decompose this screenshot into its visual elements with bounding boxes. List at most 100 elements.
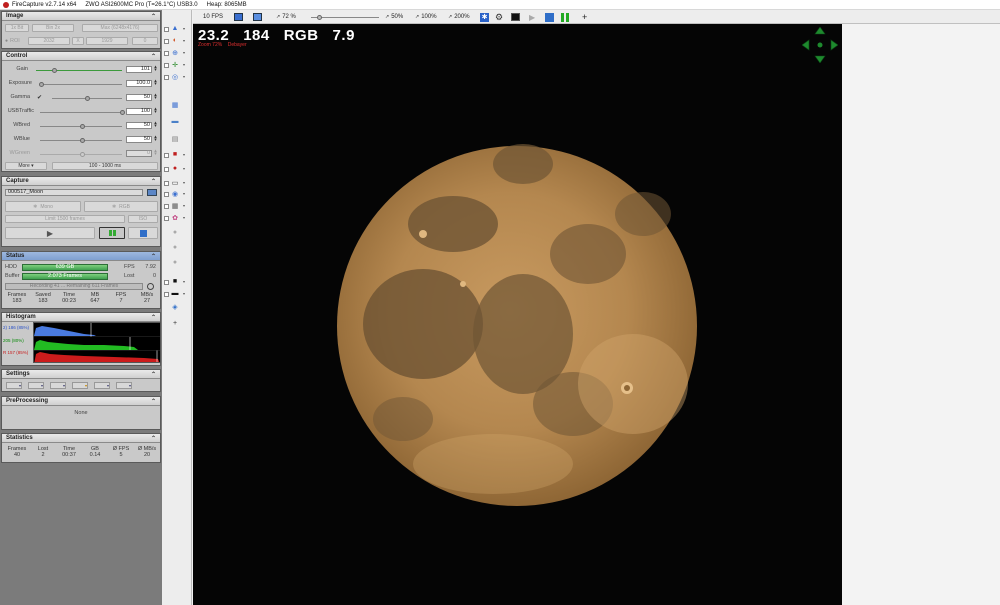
tool-checkbox[interactable] bbox=[164, 292, 169, 297]
screen-icon[interactable] bbox=[253, 12, 262, 22]
line-tool-icon[interactable]: ▬ bbox=[170, 289, 180, 298]
disabled-tool-icon[interactable]: ● bbox=[170, 243, 180, 252]
mono-mode-button[interactable]: ✱ Mono bbox=[5, 201, 81, 212]
zoom-tool-icon[interactable]: ⊕ bbox=[170, 48, 180, 57]
gain-slider[interactable] bbox=[36, 68, 122, 73]
tool-checkbox[interactable] bbox=[164, 204, 169, 209]
gamma-spinner[interactable]: ▴ ▾ bbox=[153, 93, 158, 101]
tool-checkbox[interactable] bbox=[164, 216, 169, 221]
tool-checkbox[interactable] bbox=[164, 280, 169, 285]
wblue-spinner[interactable]: ▴ ▾ bbox=[153, 135, 158, 143]
fit-window-icon[interactable] bbox=[234, 12, 243, 22]
tool-checkbox[interactable] bbox=[164, 51, 169, 56]
gamma-slider[interactable] bbox=[52, 96, 122, 101]
dropdown-icon[interactable]: ▾ bbox=[183, 164, 189, 173]
running-man-icon[interactable]: ✱ bbox=[480, 12, 489, 22]
settings-section-header[interactable]: Settings ⌃ bbox=[2, 370, 160, 379]
exposure-spinner[interactable]: ▴ ▾ bbox=[153, 79, 158, 87]
dropdown-icon[interactable]: ▾ bbox=[183, 48, 189, 57]
tool-checkbox[interactable] bbox=[164, 153, 169, 158]
wgreen-value[interactable]: 0 bbox=[126, 150, 152, 157]
bars-tool-icon[interactable]: ▭ bbox=[170, 178, 180, 187]
limit-select[interactable]: Limit 1500 frames bbox=[5, 215, 125, 223]
dropdown-icon[interactable]: ▾ bbox=[183, 150, 189, 159]
usbtraffic-spinner[interactable]: ▴ ▾ bbox=[153, 107, 158, 115]
dropdown-icon[interactable]: ▾ bbox=[183, 213, 189, 222]
tool-checkbox[interactable] bbox=[164, 181, 169, 186]
exposure-value[interactable]: 100.0 bbox=[126, 80, 152, 87]
tool-checkbox[interactable] bbox=[164, 27, 169, 32]
pause-capture-button[interactable] bbox=[99, 227, 125, 239]
options-icon[interactable]: ▾ bbox=[116, 382, 132, 389]
tool-checkbox[interactable] bbox=[164, 167, 169, 172]
dropdown-icon[interactable]: ▾ bbox=[183, 189, 189, 198]
folder-icon[interactable] bbox=[147, 189, 157, 196]
gain-spinner[interactable]: ▴ ▾ bbox=[153, 65, 158, 73]
status-section-header[interactable]: Status ⌃ bbox=[2, 252, 160, 261]
compare-tool-icon[interactable]: ▦ bbox=[170, 100, 180, 109]
dropdown-icon[interactable]: ▾ bbox=[183, 178, 189, 187]
grid-tool-icon[interactable]: ▦ bbox=[170, 201, 180, 210]
dropdown-icon[interactable]: ▾ bbox=[183, 201, 189, 210]
usbtraffic-value[interactable]: 100 bbox=[126, 108, 152, 115]
black-tool-icon[interactable]: ■ bbox=[170, 277, 180, 286]
color-tool-icon[interactable]: ◐ bbox=[170, 36, 180, 45]
tool-checkbox[interactable] bbox=[164, 192, 169, 197]
image-section-header[interactable]: Image ⌃ bbox=[2, 12, 160, 21]
dropdown-icon[interactable]: ▾ bbox=[183, 60, 189, 69]
fps-display[interactable]: 10 FPS bbox=[203, 12, 223, 22]
bit-button[interactable]: 1x Bit bbox=[5, 24, 29, 32]
blue-square-icon[interactable] bbox=[545, 12, 554, 22]
wgreen-slider[interactable] bbox=[40, 152, 122, 157]
wbred-value[interactable]: 50 bbox=[126, 122, 152, 129]
roi-swap-button[interactable]: X bbox=[72, 37, 84, 45]
dark-frame-tool-icon[interactable]: ▤ bbox=[170, 134, 180, 143]
play-icon[interactable]: ▶ bbox=[529, 12, 535, 22]
control-section-header[interactable]: Control ⌃ bbox=[2, 52, 160, 61]
eye-tool-icon[interactable]: ◈ bbox=[170, 302, 180, 311]
dropdown-icon[interactable]: ▾ bbox=[183, 36, 189, 45]
limit-option-button[interactable]: ISO bbox=[128, 215, 158, 223]
stop-capture-button[interactable] bbox=[128, 227, 158, 239]
profile-icon[interactable]: ▾ bbox=[6, 382, 22, 389]
wbred-slider[interactable] bbox=[40, 124, 122, 129]
zoom-100-button[interactable]: ↗ 100% bbox=[415, 12, 437, 22]
gamma-checkbox[interactable]: ✔ bbox=[37, 94, 42, 101]
roi-x-input[interactable]: 2032 bbox=[28, 37, 70, 45]
gamma-value[interactable]: 50 bbox=[126, 94, 152, 101]
roi-radio-icon[interactable]: ● bbox=[5, 38, 8, 44]
disabled-tool-icon[interactable]: ● bbox=[170, 258, 180, 267]
usbtraffic-slider[interactable] bbox=[40, 110, 125, 115]
exposure-range-select[interactable]: 100 - 1000 ms bbox=[52, 162, 158, 170]
start-capture-button[interactable]: ▶ bbox=[5, 227, 95, 239]
capture-section-header[interactable]: Capture ⌃ bbox=[2, 177, 160, 186]
max-resolution-select[interactable]: Max (6248x4176) bbox=[82, 24, 158, 32]
record-tool-icon[interactable]: ● bbox=[170, 164, 180, 173]
zoom-fit-button[interactable]: ↗ 72 % bbox=[276, 12, 296, 22]
wblue-value[interactable]: 50 bbox=[126, 136, 152, 143]
tool-checkbox[interactable] bbox=[164, 39, 169, 44]
crosshair-tool-icon[interactable]: ✛ bbox=[170, 60, 180, 69]
zoom-50-button[interactable]: ↗ 50% bbox=[385, 12, 403, 22]
filter-wheel-icon[interactable]: ▾ bbox=[28, 382, 44, 389]
monitor-icon[interactable] bbox=[511, 12, 520, 22]
zoom-200-button[interactable]: ↗ 200% bbox=[448, 12, 470, 22]
histogram-section-header[interactable]: Histogram ⌃ bbox=[2, 313, 160, 322]
folder-tool-icon[interactable]: ▬ bbox=[170, 117, 180, 126]
pause-green-icon[interactable] bbox=[561, 12, 569, 22]
red-indicator-icon[interactable]: ■ bbox=[170, 150, 180, 159]
dropdown-icon[interactable]: ▾ bbox=[183, 72, 189, 81]
more-button[interactable]: More ▾ bbox=[5, 162, 47, 170]
tool-checkbox[interactable] bbox=[164, 63, 169, 68]
zoom-slider[interactable] bbox=[311, 12, 379, 22]
live-image-view[interactable]: 23.2 184 RGB 7.9 Zoom 72% Debayer bbox=[193, 24, 842, 605]
focus-tool-icon[interactable]: ◉ bbox=[170, 189, 180, 198]
disabled-tool-icon[interactable]: ● bbox=[170, 228, 180, 237]
tracking-tool-icon[interactable]: ◎ bbox=[170, 72, 180, 81]
bin-select[interactable]: Bin 2x bbox=[32, 24, 74, 32]
gain-value[interactable]: 101 bbox=[126, 66, 152, 73]
dropdown-icon[interactable]: ▾ bbox=[183, 277, 189, 286]
dropdown-icon[interactable]: ▾ bbox=[183, 24, 189, 33]
preprocessing-value[interactable]: None bbox=[2, 410, 160, 416]
dropdown-icon[interactable]: ▾ bbox=[183, 289, 189, 298]
